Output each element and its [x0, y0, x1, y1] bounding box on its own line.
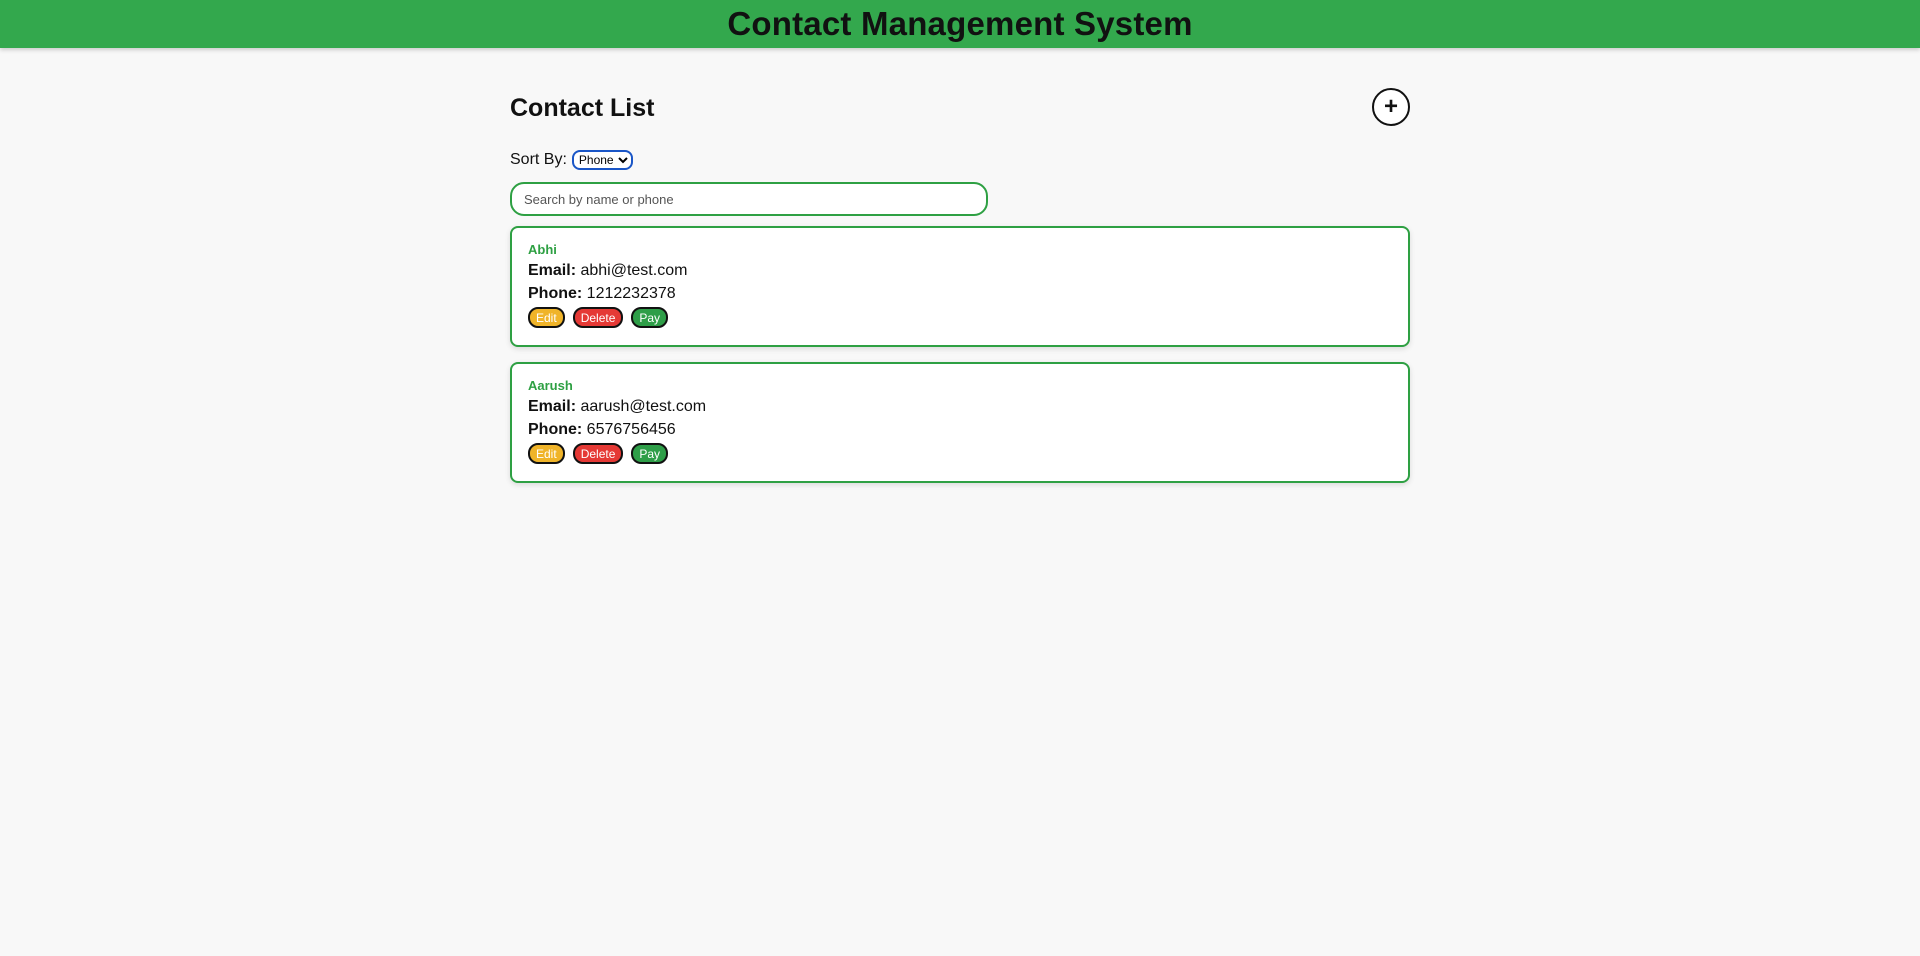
- page-title: Contact List: [510, 94, 655, 122]
- sort-select[interactable]: Phone: [571, 150, 633, 170]
- phone-label: Phone:: [528, 285, 583, 302]
- app-header: Contact Management System: [0, 0, 1920, 48]
- delete-button[interactable]: Delete: [572, 307, 624, 328]
- edit-button[interactable]: Edit: [528, 443, 565, 464]
- email-label: Email:: [528, 262, 577, 279]
- app-title: Contact Management System: [727, 5, 1193, 42]
- contact-name: Aarush: [528, 378, 573, 393]
- search-input[interactable]: [510, 182, 988, 216]
- contact-name: Abhi: [528, 242, 557, 257]
- email-label: Email:: [528, 398, 577, 415]
- contact-card: Aarush Email: aarush@test.com Phone: 657…: [510, 362, 1410, 483]
- contact-email: abhi@test.com: [580, 262, 688, 279]
- pay-button[interactable]: Pay: [631, 443, 669, 464]
- sort-label: Sort By:: [510, 151, 567, 168]
- contact-email-line: Email: aarush@test.com: [528, 397, 1392, 416]
- contact-phone-line: Phone: 1212232378: [528, 284, 1392, 303]
- title-row: Contact List +: [510, 88, 1410, 132]
- contact-phone-line: Phone: 6576756456: [528, 420, 1392, 439]
- delete-button[interactable]: Delete: [572, 443, 624, 464]
- contact-actions: Edit Delete Pay: [528, 307, 1392, 328]
- contact-card: Abhi Email: abhi@test.com Phone: 1212232…: [510, 226, 1410, 347]
- edit-button[interactable]: Edit: [528, 307, 565, 328]
- contact-email: aarush@test.com: [580, 398, 707, 415]
- contact-phone: 1212232378: [586, 285, 676, 302]
- contact-phone: 6576756456: [586, 421, 676, 438]
- contact-actions: Edit Delete Pay: [528, 443, 1392, 464]
- pay-button[interactable]: Pay: [631, 307, 669, 328]
- sort-control: Sort By: Phone: [510, 150, 633, 170]
- contact-list: Abhi Email: abhi@test.com Phone: 1212232…: [510, 226, 1410, 498]
- add-contact-button[interactable]: +: [1372, 88, 1410, 126]
- main-content: Contact List + Sort By: Phone Abhi Email…: [510, 88, 1410, 483]
- phone-label: Phone:: [528, 421, 583, 438]
- contact-email-line: Email: abhi@test.com: [528, 261, 1392, 280]
